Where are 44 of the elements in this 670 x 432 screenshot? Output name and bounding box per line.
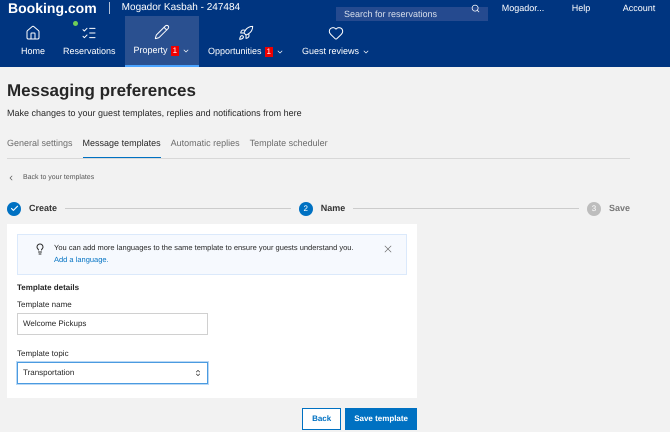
property-name: Mogador Kasbah - 247484 [122, 3, 240, 13]
primary-button[interactable]: Save template [345, 408, 417, 430]
settings-tab[interactable]: General settings [7, 136, 73, 158]
field-label: Template topic [17, 348, 70, 360]
count-badge: 1 [264, 46, 273, 56]
page-title: Messaging preferences [7, 81, 197, 101]
back-chevron-icon [7, 174, 15, 182]
step-label: Save [608, 202, 630, 215]
heart-icon [328, 24, 344, 41]
nav-tab[interactable]: Home [12, 16, 54, 67]
step-marker: 3 [586, 202, 601, 216]
settings-tab[interactable]: Template scheduler [250, 136, 328, 158]
step-label: Create [29, 202, 58, 215]
step-label: Name [320, 202, 346, 215]
step-marker: 2 [298, 202, 313, 216]
section-title: Template details [17, 282, 80, 294]
home-icon [25, 24, 41, 41]
search-field[interactable]: Search for reservations [336, 7, 488, 21]
top-link[interactable]: Help [558, 4, 604, 12]
input-field[interactable]: Welcome Pickups [17, 312, 208, 334]
nav-label: Home [21, 44, 46, 58]
select-arrows-icon [194, 368, 202, 376]
select-field[interactable]: Transportation [17, 362, 208, 384]
nav-tab[interactable]: Property 1 [124, 16, 200, 67]
settings-tab[interactable]: Automatic replies [170, 136, 240, 158]
count-badge: 1 [170, 46, 180, 56]
nav-label: Property [134, 44, 168, 57]
top-link[interactable]: Account [616, 4, 662, 12]
nav-label: Guest reviews [302, 44, 360, 58]
logo[interactable]: Booking.com [8, 1, 97, 15]
top-link[interactable]: Mogador... [500, 4, 546, 12]
secondary-button[interactable]: Back [302, 408, 342, 430]
lightbulb-icon [34, 242, 46, 254]
check-icon [10, 204, 18, 213]
rocket-icon [238, 24, 254, 41]
search-icon [471, 4, 480, 13]
pencil-icon [154, 24, 170, 40]
page-subtitle: Make changes to your guest templates, replies and notifications from here [7, 107, 303, 120]
field-label: Template name [17, 298, 73, 310]
nav-label: Reservations [63, 44, 116, 58]
nav-label: Opportunities [208, 44, 262, 58]
settings-tab[interactable]: Message templates [82, 136, 161, 158]
nav-tab[interactable]: Reservations [54, 16, 125, 67]
nav-tab[interactable]: Opportunities 1 [199, 16, 293, 67]
